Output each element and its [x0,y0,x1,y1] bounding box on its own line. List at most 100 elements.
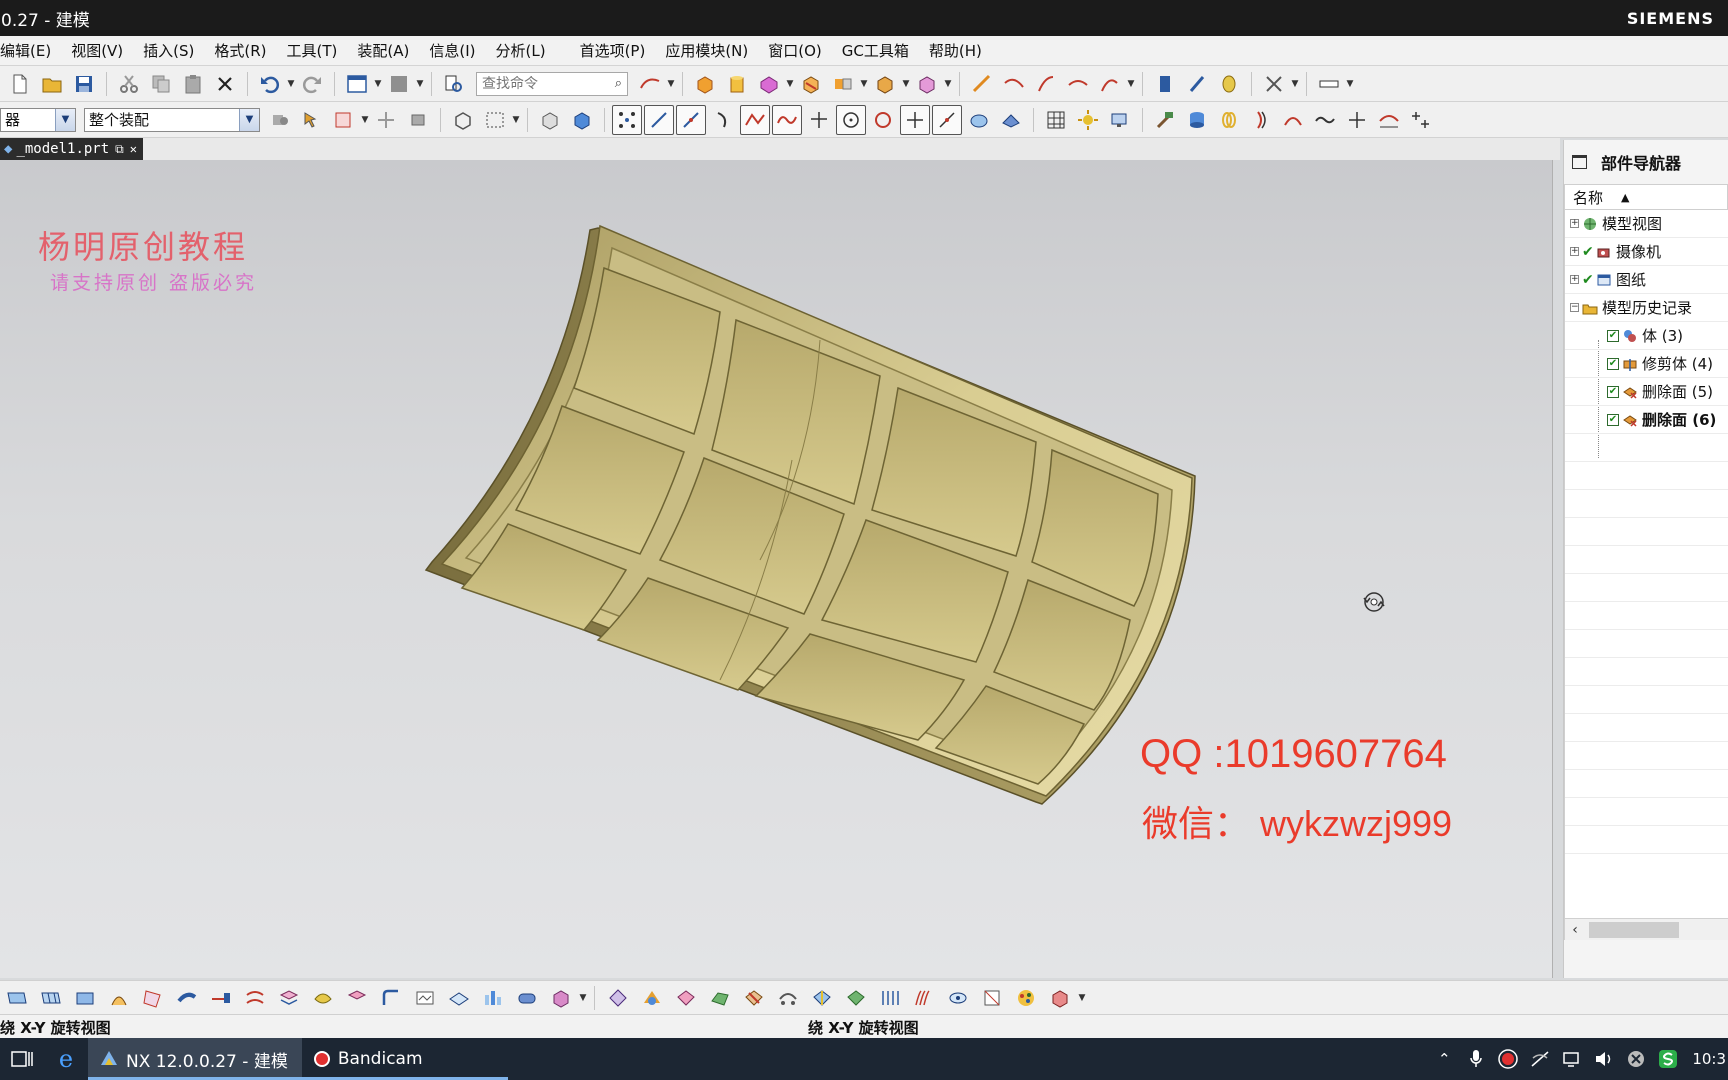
analysis-dropdown[interactable]: ▼ [1126,70,1136,98]
menu-preferences[interactable]: 首选项(P) [570,40,656,61]
misc-tool-4[interactable] [1150,106,1180,134]
selection-scope-select[interactable]: 整个装配 ▼ [84,107,260,132]
feature-tool-5[interactable] [137,984,169,1012]
save-button[interactable] [69,70,99,98]
analysis-button-2[interactable] [999,70,1029,98]
snap-spline-button[interactable] [772,104,802,135]
menu-window[interactable]: 窗口(O) [758,40,832,61]
new-file-button[interactable] [5,70,35,98]
snap-tool-12[interactable] [964,106,994,134]
menu-help[interactable]: 帮助(H) [919,40,992,61]
app-s-icon[interactable] [1652,1038,1684,1080]
feature-tool-8[interactable] [239,984,271,1012]
recording-icon[interactable] [1492,1038,1524,1080]
menu-format[interactable]: 格式(R) [204,40,276,61]
snap-tool-4[interactable] [708,106,738,134]
tool-button-4[interactable] [1259,70,1289,98]
command-finder-button[interactable] [439,70,469,98]
snap-tool-9[interactable] [868,106,898,134]
menu-view[interactable]: 视图(V) [61,40,133,61]
feature-tool-10[interactable] [307,984,339,1012]
display-icon[interactable] [1556,1038,1588,1080]
edit-tool-12[interactable] [976,984,1008,1012]
menu-edit[interactable]: 编辑(E) [0,40,61,61]
feature-tool-14[interactable] [443,984,475,1012]
misc-tool-8[interactable] [1278,106,1308,134]
edit-tool-3[interactable] [670,984,702,1012]
edit-tool-8[interactable] [840,984,872,1012]
misc-tool-5[interactable] [1182,106,1212,134]
misc-tool-10[interactable] [1342,106,1372,134]
volume-icon[interactable] [1588,1038,1620,1080]
close-circle-icon[interactable] [1620,1038,1652,1080]
edit-tool-14[interactable] [1044,984,1076,1012]
checkbox-checked-icon[interactable]: ✔ [1607,329,1619,342]
menu-gc-toolkit[interactable]: GC工具箱 [832,40,919,61]
collapse-icon[interactable]: − [1570,303,1579,312]
tool-button-3[interactable] [1214,70,1244,98]
tree-item-trim-body[interactable]: ✔ 修剪体 (4) [1565,350,1728,378]
misc-tool-1[interactable] [1041,106,1071,134]
snap-line-button[interactable] [644,104,674,135]
tree-item-delete-face-5[interactable]: ✔ 删除面 (5) [1565,378,1728,406]
type-filter-select[interactable]: 器 ▼ [0,107,76,132]
redo-button[interactable] [297,70,327,98]
snap-tool-7[interactable] [804,106,834,134]
misc-tool-6[interactable] [1214,106,1244,134]
checkbox-checked-icon[interactable]: ✔ [1607,357,1619,370]
menu-assembly[interactable]: 装配(A) [347,40,419,61]
scroll-left-icon[interactable]: ‹ [1565,922,1585,938]
feature-tool-3[interactable] [69,984,101,1012]
tool-button-1[interactable] [1150,70,1180,98]
menu-information[interactable]: 信息(I) [419,40,485,61]
misc-tool-11[interactable] [1374,106,1404,134]
snap-tool-13[interactable] [996,106,1026,134]
ruler-dropdown[interactable]: ▼ [1345,70,1355,98]
command-search-input[interactable] [482,75,600,92]
cut-button[interactable] [114,70,144,98]
feature-tool-2[interactable] [35,984,67,1012]
assembly-dropdown-2[interactable]: ▼ [901,70,911,98]
feature-tool-4[interactable] [103,984,135,1012]
selection-tool-3[interactable] [329,106,359,134]
analysis-button-3[interactable] [1031,70,1061,98]
edit-tool-5[interactable] [738,984,770,1012]
misc-tool-7[interactable] [1246,106,1276,134]
edit-tool-1[interactable] [602,984,634,1012]
assembly-button-5[interactable] [828,70,858,98]
network-disabled-icon[interactable] [1524,1038,1556,1080]
edge-browser-icon[interactable]: e [44,1038,88,1080]
window-layout-button[interactable] [342,70,372,98]
display-dropdown[interactable]: ▼ [415,70,425,98]
misc-tool-2[interactable] [1073,106,1103,134]
window-icon[interactable] [1572,155,1587,169]
assembly-button-7[interactable] [912,70,942,98]
component-dropdown[interactable]: ▼ [785,70,795,98]
view-tool-2[interactable] [567,106,597,134]
analysis-button-5[interactable] [1095,70,1125,98]
tool-button-2[interactable] [1182,70,1212,98]
tree-item-model-views[interactable]: + 模型视图 [1565,210,1728,238]
selection-tool-1[interactable] [265,106,295,134]
layout-dropdown[interactable]: ▼ [373,70,383,98]
document-tab[interactable]: ◆ _model1.prt ⧉ ✕ [0,138,143,160]
assembly-button-3[interactable] [754,70,784,98]
snap-existing-point-button[interactable] [900,104,930,135]
edit-tool-10[interactable] [908,984,940,1012]
assembly-dropdown-1[interactable]: ▼ [859,70,869,98]
selection-tool-4[interactable] [371,106,401,134]
taskbar-nx-app[interactable]: NX 12.0.0.27 - 建模 [88,1038,302,1080]
tree-item-camera[interactable]: + ✔ 摄像机 [1565,238,1728,266]
undo-button[interactable] [255,70,285,98]
checkbox-checked-icon[interactable]: ✔ [1607,385,1619,398]
view-tool-1[interactable] [535,106,565,134]
snap-midpoint-button[interactable] [676,104,706,135]
tree-item-delete-face-6[interactable]: ✔ 删除面 (6) [1565,406,1728,434]
feature-tool-15[interactable] [477,984,509,1012]
scrollbar-thumb[interactable] [1589,921,1679,938]
tree-item-body[interactable]: ✔ 体 (3) [1565,322,1728,350]
edit-tool-2[interactable] [636,984,668,1012]
feature-tool-17[interactable] [545,984,577,1012]
feature-tool-16[interactable] [511,984,543,1012]
paste-button[interactable] [178,70,208,98]
